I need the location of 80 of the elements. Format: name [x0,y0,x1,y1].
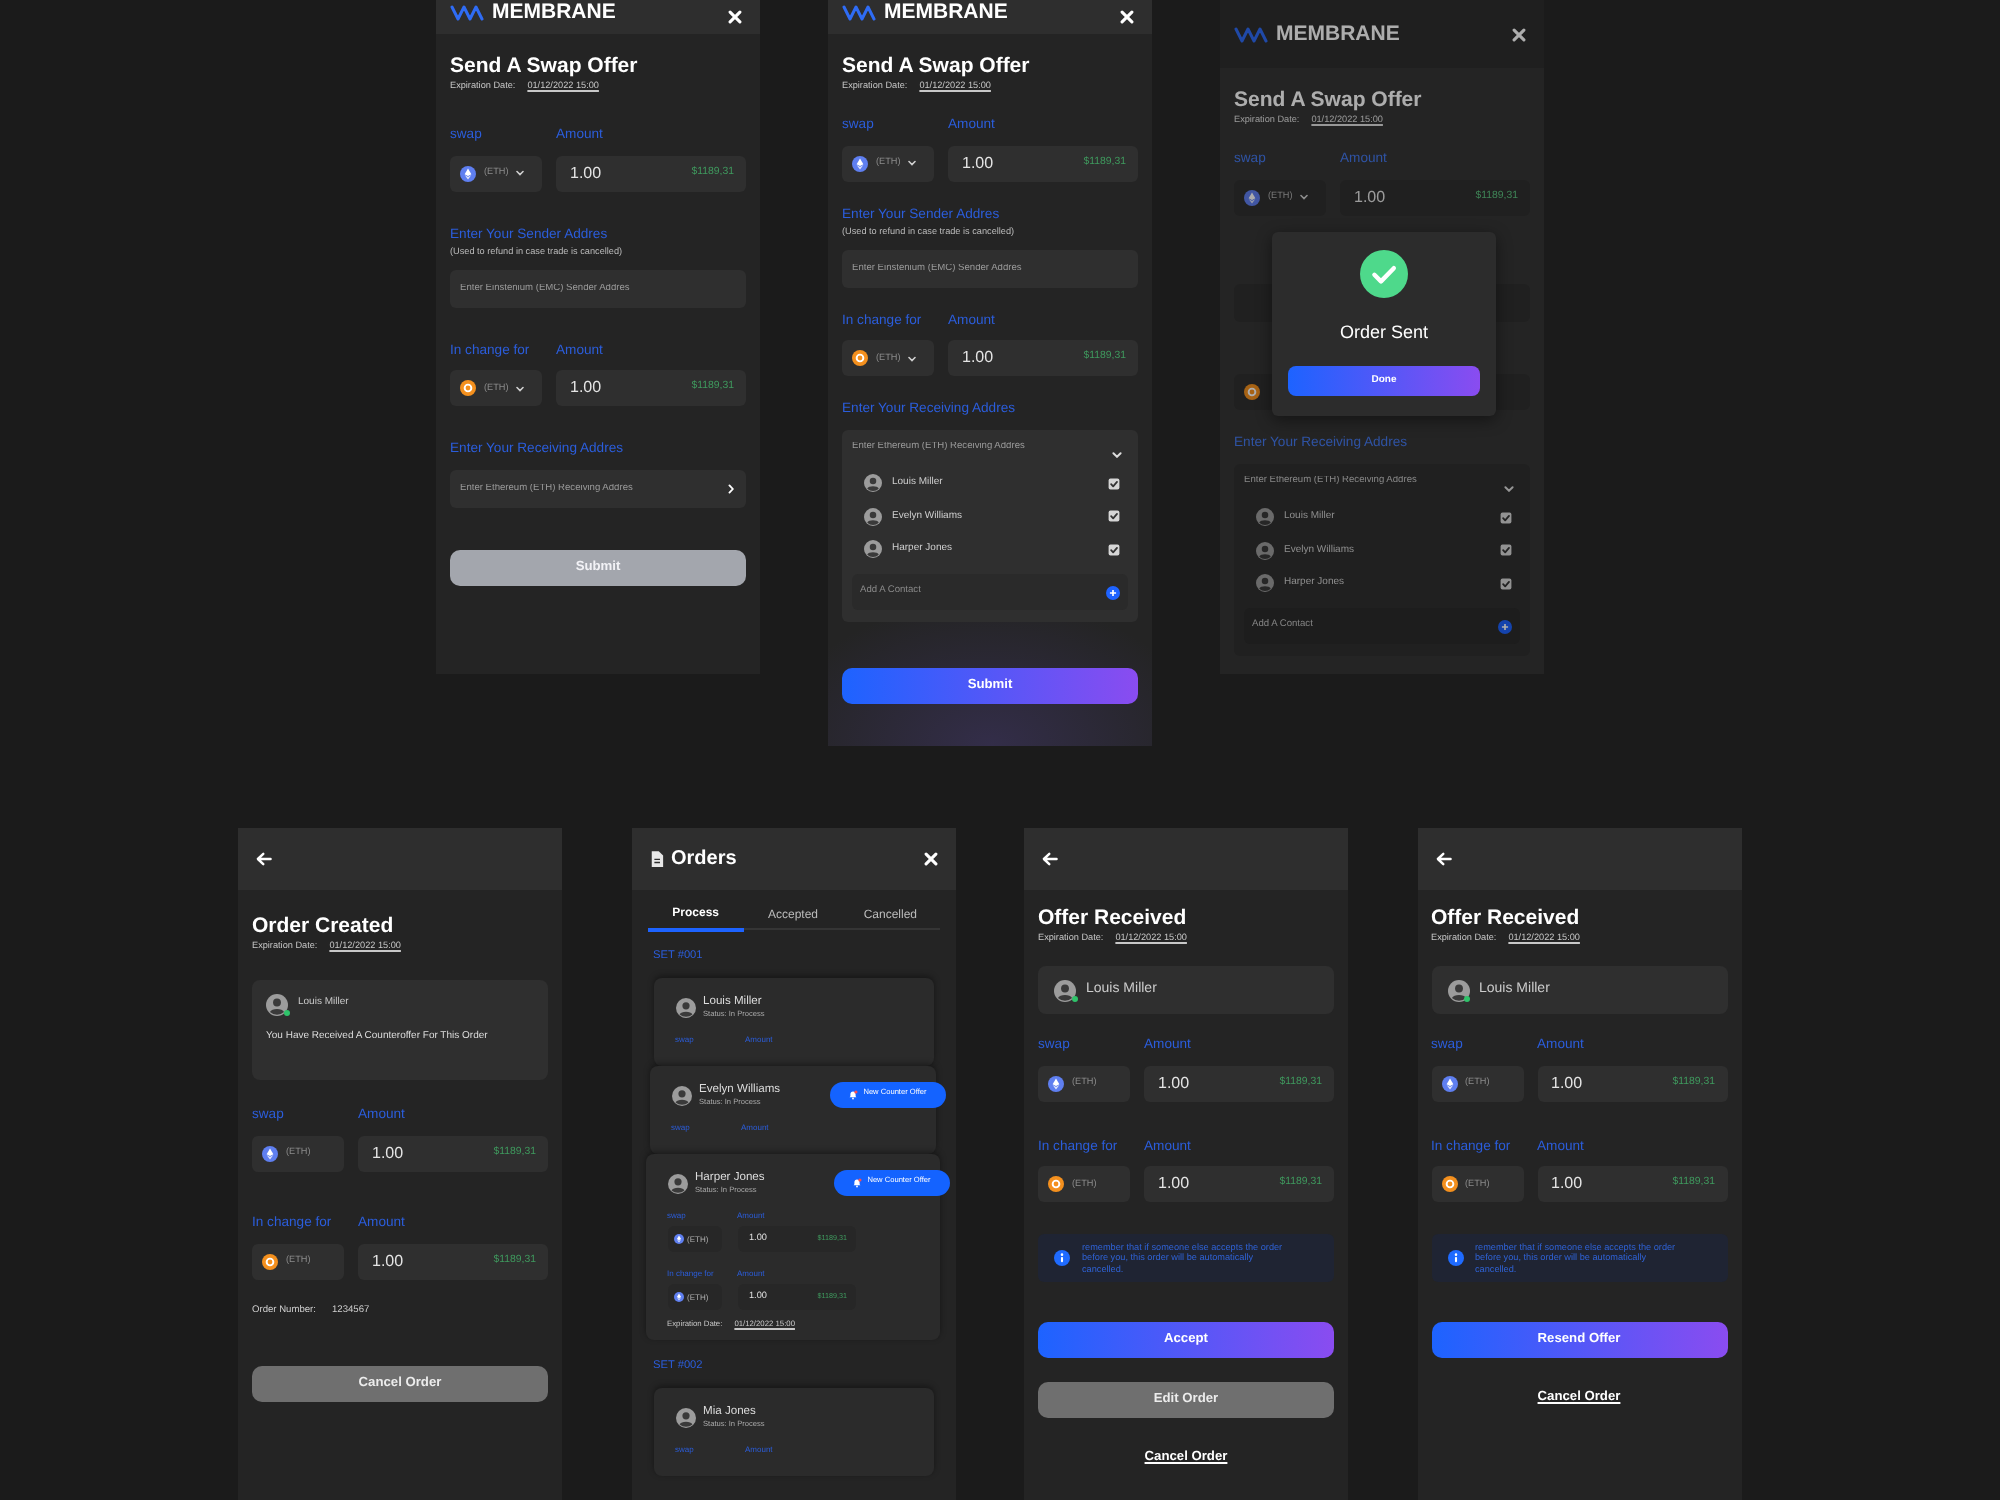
checkbox[interactable] [1108,510,1120,523]
logo-icon [842,3,876,21]
avatar-icon [667,1173,687,1193]
check-icon [1360,250,1408,298]
bell-icon [851,1177,862,1188]
app-name: MEMBRANE [884,0,1008,24]
avatar-icon [266,993,288,1015]
info-icon [1447,1250,1463,1266]
close-icon[interactable] [1120,10,1134,24]
back-icon[interactable] [1042,852,1058,866]
avatar-icon [1256,508,1274,527]
coin-icon [673,1234,683,1244]
amount-value: 1.00 [372,1249,404,1273]
plus-icon [1498,619,1512,633]
coin-icon [1244,384,1260,400]
amount-value: 1.00 [1158,1071,1190,1095]
caret-icon [1300,194,1309,200]
coin-icon [852,350,868,366]
coin-icon [460,380,476,396]
logo-icon [450,3,484,21]
close-icon[interactable] [1512,27,1526,41]
app-name: MEMBRANE [1276,22,1400,46]
back-icon[interactable] [256,852,272,866]
app-name: MEMBRANE [492,0,616,24]
amount-value: 1.00 [1354,185,1386,209]
caret-icon [516,385,525,391]
amount-value: 1.00 [1551,1172,1583,1196]
avatar-icon [671,1085,691,1105]
document-icon [649,850,663,868]
screen-title: Offer Received [1431,906,1582,930]
avatar-icon [864,474,882,493]
close-icon[interactable] [728,10,742,24]
screen-title: Send A Swap Offer [1234,88,1424,112]
chevron-icon[interactable] [1112,451,1122,457]
logo-icon [1234,25,1268,43]
caret-icon [516,170,525,176]
screen-title: Offer Received [1038,906,1189,930]
avatar-icon [1447,979,1469,1001]
coin-icon [852,155,868,171]
amount-value: 1.00 [372,1141,404,1165]
avatar-icon [1256,574,1274,593]
avatar-icon [1256,541,1274,560]
amount-value: 1.00 [962,151,994,175]
close-icon[interactable] [923,852,937,866]
avatar-icon [864,540,882,559]
checkbox[interactable] [1500,544,1512,557]
caret-icon [908,160,917,166]
coin-icon [673,1292,683,1302]
plus-icon [1106,585,1120,599]
info-icon [1054,1250,1070,1266]
coin-icon [460,165,476,181]
checkbox[interactable] [1108,543,1120,556]
avatar-icon [864,507,882,526]
avatar-icon [675,997,695,1017]
coin-icon [262,1145,278,1161]
amount-value: 1.00 [570,161,602,185]
coin-icon [1048,1075,1064,1091]
checkbox[interactable] [1500,577,1512,590]
screen-title: Send A Swap Offer [842,54,1032,78]
coin-icon [1441,1176,1457,1192]
amount-value: 1.00 [1551,1071,1583,1095]
coin-icon [1048,1176,1064,1192]
bell-icon [847,1089,858,1100]
back-icon[interactable] [1435,852,1451,866]
dialog-title: Order Sent [1339,322,1429,342]
avatar-icon [1054,979,1076,1001]
checkbox[interactable] [1108,477,1120,490]
coin-icon [1244,189,1260,205]
checkbox[interactable] [1500,511,1512,524]
screen-title: Order Created [252,914,396,938]
chevron-icon[interactable] [1504,485,1514,491]
amount-value: 1.00 [962,346,994,370]
coin-icon [262,1253,278,1269]
screen-title: Send A Swap Offer [450,54,640,78]
amount-value: 1.00 [570,376,602,400]
amount-value: 1.00 [1158,1172,1190,1196]
avatar-icon [675,1407,695,1427]
screen-title: Orders [671,847,737,871]
caret-icon [908,355,917,361]
coin-icon [1441,1075,1457,1091]
